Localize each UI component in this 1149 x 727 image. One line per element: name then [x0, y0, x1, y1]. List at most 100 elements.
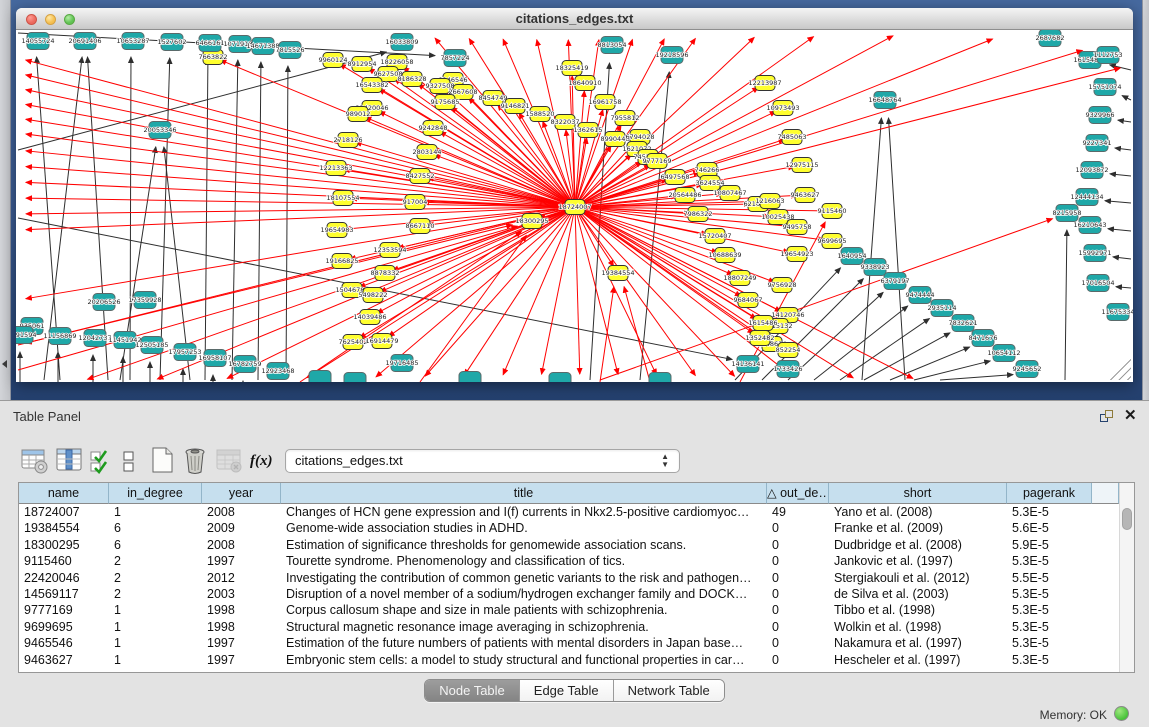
table-cell[interactable]: 2	[109, 570, 202, 586]
table-cell[interactable]: Wolkin et al. (1998)	[829, 619, 1007, 635]
network-edge-black[interactable]	[1115, 148, 1131, 150]
table-cell[interactable]: 1997	[202, 635, 281, 651]
table-cell[interactable]: Jankovic et al. (1997)	[829, 553, 1007, 569]
network-graph[interactable]: 1872400718300295193845547663822996012489…	[16, 30, 1133, 382]
network-edge-black[interactable]	[258, 62, 261, 380]
new-table-icon[interactable]	[150, 447, 176, 480]
table-cell[interactable]: 18724007	[19, 504, 109, 520]
table-cell[interactable]: Nakamura et al. (1997)	[829, 635, 1007, 651]
table-cell[interactable]: 2009	[202, 520, 281, 536]
table-cell[interactable]: 0	[767, 586, 829, 602]
panel-collapse-arrow-icon[interactable]	[2, 360, 7, 368]
column-select-icon[interactable]	[56, 447, 84, 480]
table-cell[interactable]: 5.3E-5	[1007, 652, 1092, 668]
table-row[interactable]: 946554611997Estimation of the future num…	[19, 635, 1119, 651]
table-cell[interactable]: 1	[109, 619, 202, 635]
network-edge-black[interactable]	[205, 59, 208, 380]
column-header-pagerank[interactable]: pagerank	[1007, 483, 1092, 504]
table-cell[interactable]: Tourette syndrome. Phenomenology and cla…	[281, 553, 767, 569]
network-edge-black[interactable]	[1110, 65, 1131, 70]
table-cell[interactable]: Franke et al. (2009)	[829, 520, 1007, 536]
table-cell[interactable]: 1998	[202, 602, 281, 618]
table-cell[interactable]: Estimation of the future numbers of pati…	[281, 635, 767, 651]
table-source-dropdown[interactable]: citations_edges.txt ▲▼	[285, 449, 680, 473]
network-edge-black[interactable]	[1118, 120, 1131, 122]
table-cell[interactable]: 5.3E-5	[1007, 586, 1092, 602]
table-cell[interactable]: 2008	[202, 504, 281, 520]
table-cell[interactable]: Genome-wide association studies in ADHD.	[281, 520, 767, 536]
table-cell[interactable]: 1997	[202, 652, 281, 668]
table-cell[interactable]: 22420046	[19, 570, 109, 586]
network-edge-black[interactable]	[286, 66, 288, 378]
table-cell[interactable]: Tibbo et al. (1998)	[829, 602, 1007, 618]
network-edge-red[interactable]	[624, 287, 650, 382]
network-edge-black[interactable]	[862, 118, 881, 380]
table-cell[interactable]: 0	[767, 570, 829, 586]
column-header-short[interactable]: short	[829, 483, 1007, 504]
table-scrollbar[interactable]	[1119, 483, 1134, 672]
control-panel-edge[interactable]	[0, 0, 11, 400]
network-edge-black[interactable]	[890, 347, 970, 380]
network-edge-red[interactable]	[575, 39, 993, 207]
network-edge-red[interactable]	[26, 151, 575, 207]
table-cell[interactable]: 5.3E-5	[1007, 635, 1092, 651]
network-edge-red[interactable]	[575, 207, 794, 377]
table-cell[interactable]: 1997	[202, 553, 281, 569]
table-cell[interactable]: 19384554	[19, 520, 109, 536]
table-cell[interactable]: 5.5E-5	[1007, 570, 1092, 586]
results-panel-edge[interactable]	[1142, 0, 1149, 400]
network-edge-black[interactable]	[1113, 257, 1131, 259]
table-cell[interactable]: 6	[109, 537, 202, 553]
network-node[interactable]	[344, 373, 366, 383]
window-titlebar[interactable]: citations_edges.txt	[16, 8, 1133, 30]
table-cell[interactable]: 2	[109, 586, 202, 602]
table-cell[interactable]: 14569117	[19, 586, 109, 602]
table-settings-icon[interactable]	[21, 447, 49, 480]
column-header-title[interactable]: title	[281, 483, 767, 504]
network-node[interactable]	[649, 373, 671, 383]
network-edge-red[interactable]	[575, 68, 1120, 207]
float-panel-icon[interactable]	[1100, 410, 1116, 424]
table-cell[interactable]: Dudbridge et al. (2008)	[829, 537, 1007, 553]
scrollbar-thumb[interactable]	[1122, 508, 1132, 530]
network-edge-red[interactable]	[26, 207, 575, 299]
network-edge-red[interactable]	[575, 207, 614, 266]
table-cell[interactable]: 9777169	[19, 602, 109, 618]
table-cell[interactable]: 0	[767, 602, 829, 618]
table-cell[interactable]: 2003	[202, 586, 281, 602]
table-row[interactable]: 969969511998Structural magnetic resonanc…	[19, 619, 1119, 635]
table-cell[interactable]: Yano et al. (2008)	[829, 504, 1007, 520]
table-cell[interactable]: 1	[109, 635, 202, 651]
table-cell[interactable]: Estimation of significance thresholds fo…	[281, 537, 767, 553]
table-cell[interactable]: Structural magnetic resonance image aver…	[281, 619, 767, 635]
network-edge-red[interactable]	[26, 182, 575, 207]
table-cell[interactable]: de Silva et al. (2003)	[829, 586, 1007, 602]
column-header-year[interactable]: year	[202, 483, 281, 504]
select-rows-icon[interactable]	[90, 450, 112, 479]
table-cell[interactable]: 2	[109, 553, 202, 569]
table-cell[interactable]: 5.3E-5	[1007, 619, 1092, 635]
table-row[interactable]: 911546021997Tourette syndrome. Phenomeno…	[19, 553, 1119, 569]
table-cell[interactable]: Changes of HCN gene expression and I(f) …	[281, 504, 767, 520]
network-edge-black[interactable]	[1116, 287, 1131, 288]
network-edge-red[interactable]	[26, 134, 575, 207]
table-row[interactable]: 1872400712008Changes of HCN gene express…	[19, 504, 1119, 520]
table-cell[interactable]: 0	[767, 635, 829, 651]
network-edge-black[interactable]	[1065, 230, 1067, 380]
table-cell[interactable]: 5.3E-5	[1007, 602, 1092, 618]
network-canvas[interactable]: 1872400718300295193845547663822996012489…	[16, 30, 1133, 382]
table-cell[interactable]: Disruption of a novel member of a sodium…	[281, 586, 767, 602]
table-cell[interactable]: 9699695	[19, 619, 109, 635]
table-row[interactable]: 2242004622012Investigating the contribut…	[19, 570, 1119, 586]
row-height-icon[interactable]	[122, 450, 136, 479]
network-edge-black[interactable]	[940, 375, 1013, 380]
tab-node-table[interactable]: Node Table	[425, 680, 520, 701]
table-cell[interactable]: 2008	[202, 537, 281, 553]
table-row[interactable]: 1938455462009Genome-wide association stu…	[19, 520, 1119, 536]
function-builder-icon[interactable]: f(x)	[250, 453, 273, 470]
network-edge-red[interactable]	[575, 207, 580, 374]
network-edge-black[interactable]	[1122, 96, 1131, 100]
table-row[interactable]: 946362711997Embryonic stem cells: a mode…	[19, 652, 1119, 668]
table-cell[interactable]: Hescheler et al. (1997)	[829, 652, 1007, 668]
table-cell[interactable]: 1	[109, 504, 202, 520]
